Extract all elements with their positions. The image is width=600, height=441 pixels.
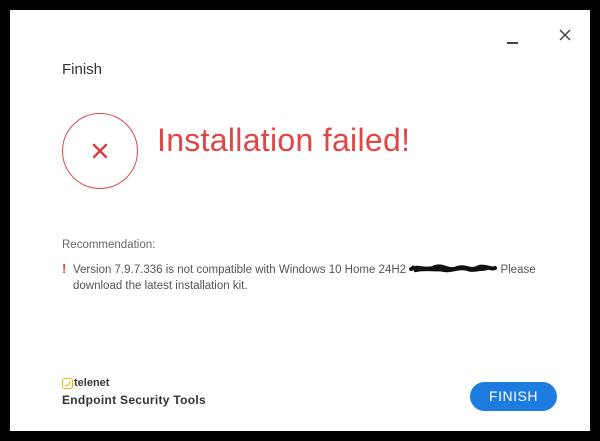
error-x-icon (92, 143, 108, 159)
minimize-icon (507, 42, 518, 44)
redaction-scribble (409, 264, 498, 273)
status-headline: Installation failed! (157, 122, 411, 158)
close-button[interactable] (554, 24, 576, 46)
close-icon (559, 29, 571, 41)
product-name: Endpoint Security Tools (62, 393, 207, 407)
page-title: Finish (62, 61, 103, 78)
finish-button[interactable]: FINISH (470, 382, 557, 411)
warning-exclamation-icon: ! (62, 261, 67, 276)
telenet-logo-icon (62, 378, 73, 389)
recommendation-label: Recommendation: (62, 239, 156, 251)
minimize-button[interactable] (502, 28, 524, 50)
recommendation-text: Version 7.9.7.336 is not compatible with… (73, 262, 548, 294)
recommendation-text-part1: Version 7.9.7.336 is not compatible with… (73, 264, 407, 276)
brand-name: telenet (74, 377, 110, 389)
error-status-circle (62, 113, 138, 189)
installer-window: Finish Installation failed! Recommendati… (10, 10, 590, 431)
